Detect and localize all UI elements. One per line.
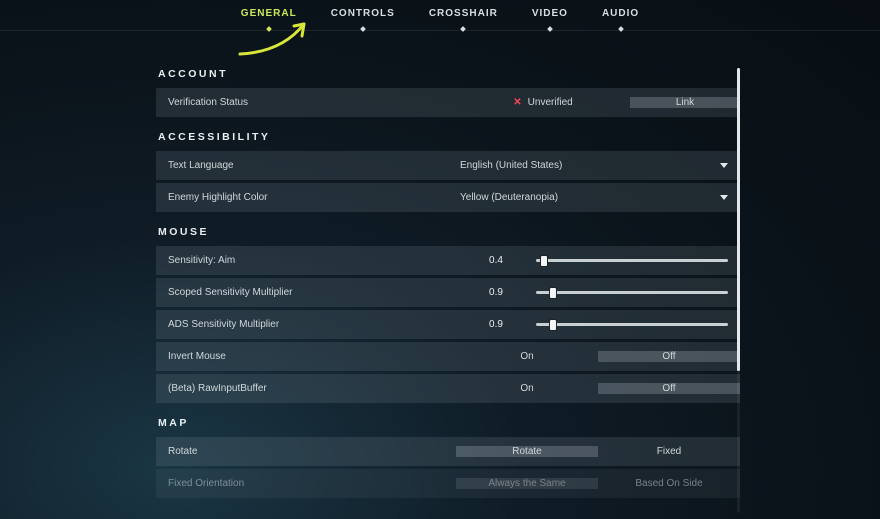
map-rotate-toggle[interactable]: Rotate Fixed <box>456 437 740 466</box>
tab-crosshair[interactable]: CROSSHAIR <box>429 8 498 19</box>
row-invert-mouse: Invert Mouse On Off <box>156 342 740 371</box>
link-button[interactable]: Link <box>630 97 740 108</box>
sensitivity-slider[interactable] <box>536 259 740 262</box>
tab-audio[interactable]: AUDIO <box>602 8 639 19</box>
section-title-accessibility: ACCESSIBILITY <box>158 131 740 143</box>
settings-panel: ACCOUNT Verification Status ✕ Unverified… <box>156 68 740 519</box>
ads-sens-value[interactable]: 0.9 <box>456 319 536 330</box>
row-fixed-orientation: Fixed Orientation Always the Same Based … <box>156 469 740 498</box>
row-text-language: Text Language English (United States) <box>156 151 740 180</box>
ads-sens-slider[interactable] <box>536 323 740 326</box>
scoped-sens-label: Scoped Sensitivity Multiplier <box>156 278 456 307</box>
tab-controls[interactable]: CONTROLS <box>331 8 395 19</box>
invert-mouse-on[interactable]: On <box>456 351 598 362</box>
fixed-orientation-opt-b: Based On Side <box>598 478 740 489</box>
sensitivity-label: Sensitivity: Aim <box>156 246 456 275</box>
raw-input-label: (Beta) RawInputBuffer <box>156 374 456 403</box>
scoped-sens-value[interactable]: 0.9 <box>456 287 536 298</box>
slider-thumb[interactable] <box>549 319 557 331</box>
invert-mouse-off[interactable]: Off <box>598 351 740 362</box>
fixed-orientation-label: Fixed Orientation <box>156 469 456 498</box>
row-ads-sens: ADS Sensitivity Multiplier 0.9 <box>156 310 740 339</box>
row-scoped-sens: Scoped Sensitivity Multiplier 0.9 <box>156 278 740 307</box>
fixed-orientation-toggle: Always the Same Based On Side <box>456 469 740 498</box>
nav-divider <box>0 30 880 31</box>
scoped-sens-slider[interactable] <box>536 291 740 294</box>
verification-value: Unverified <box>528 97 573 108</box>
enemy-highlight-value: Yellow (Deuteranopia) <box>460 192 558 203</box>
map-rotate-opt-rotate[interactable]: Rotate <box>456 446 598 457</box>
chevron-down-icon <box>720 163 728 168</box>
map-rotate-label: Rotate <box>156 437 456 466</box>
text-language-value: English (United States) <box>460 160 562 171</box>
row-verification: Verification Status ✕ Unverified Link <box>156 88 740 117</box>
invert-mouse-label: Invert Mouse <box>156 342 456 371</box>
panel-scrollbar[interactable] <box>737 68 740 513</box>
scrollbar-thumb[interactable] <box>737 68 740 371</box>
ads-sens-label: ADS Sensitivity Multiplier <box>156 310 456 339</box>
chevron-down-icon <box>720 195 728 200</box>
invert-mouse-toggle[interactable]: On Off <box>456 342 740 371</box>
text-language-label: Text Language <box>156 151 456 180</box>
row-sensitivity: Sensitivity: Aim 0.4 <box>156 246 740 275</box>
enemy-highlight-label: Enemy Highlight Color <box>156 183 456 212</box>
raw-input-off[interactable]: Off <box>598 383 740 394</box>
raw-input-on[interactable]: On <box>456 383 598 394</box>
enemy-highlight-dropdown[interactable]: Yellow (Deuteranopia) <box>456 192 740 203</box>
settings-nav: GENERAL CONTROLS CROSSHAIR VIDEO AUDIO <box>0 0 880 30</box>
section-title-mouse: MOUSE <box>158 226 740 238</box>
nav-tabs: GENERAL CONTROLS CROSSHAIR VIDEO AUDIO <box>0 0 880 19</box>
text-language-dropdown[interactable]: English (United States) <box>456 160 740 171</box>
slider-thumb[interactable] <box>540 255 548 267</box>
row-enemy-highlight: Enemy Highlight Color Yellow (Deuteranop… <box>156 183 740 212</box>
sensitivity-value[interactable]: 0.4 <box>456 255 536 266</box>
x-icon: ✕ <box>513 97 521 108</box>
section-title-account: ACCOUNT <box>158 68 740 80</box>
fixed-orientation-opt-a: Always the Same <box>456 478 598 489</box>
map-rotate-opt-fixed[interactable]: Fixed <box>598 446 740 457</box>
raw-input-toggle[interactable]: On Off <box>456 374 740 403</box>
tab-general[interactable]: GENERAL <box>241 8 297 19</box>
slider-thumb[interactable] <box>549 287 557 299</box>
tab-video[interactable]: VIDEO <box>532 8 568 19</box>
row-map-rotate: Rotate Rotate Fixed <box>156 437 740 466</box>
row-raw-input: (Beta) RawInputBuffer On Off <box>156 374 740 403</box>
verification-label: Verification Status <box>156 88 456 117</box>
verification-status: ✕ Unverified <box>456 97 630 108</box>
section-title-map: MAP <box>158 417 740 429</box>
